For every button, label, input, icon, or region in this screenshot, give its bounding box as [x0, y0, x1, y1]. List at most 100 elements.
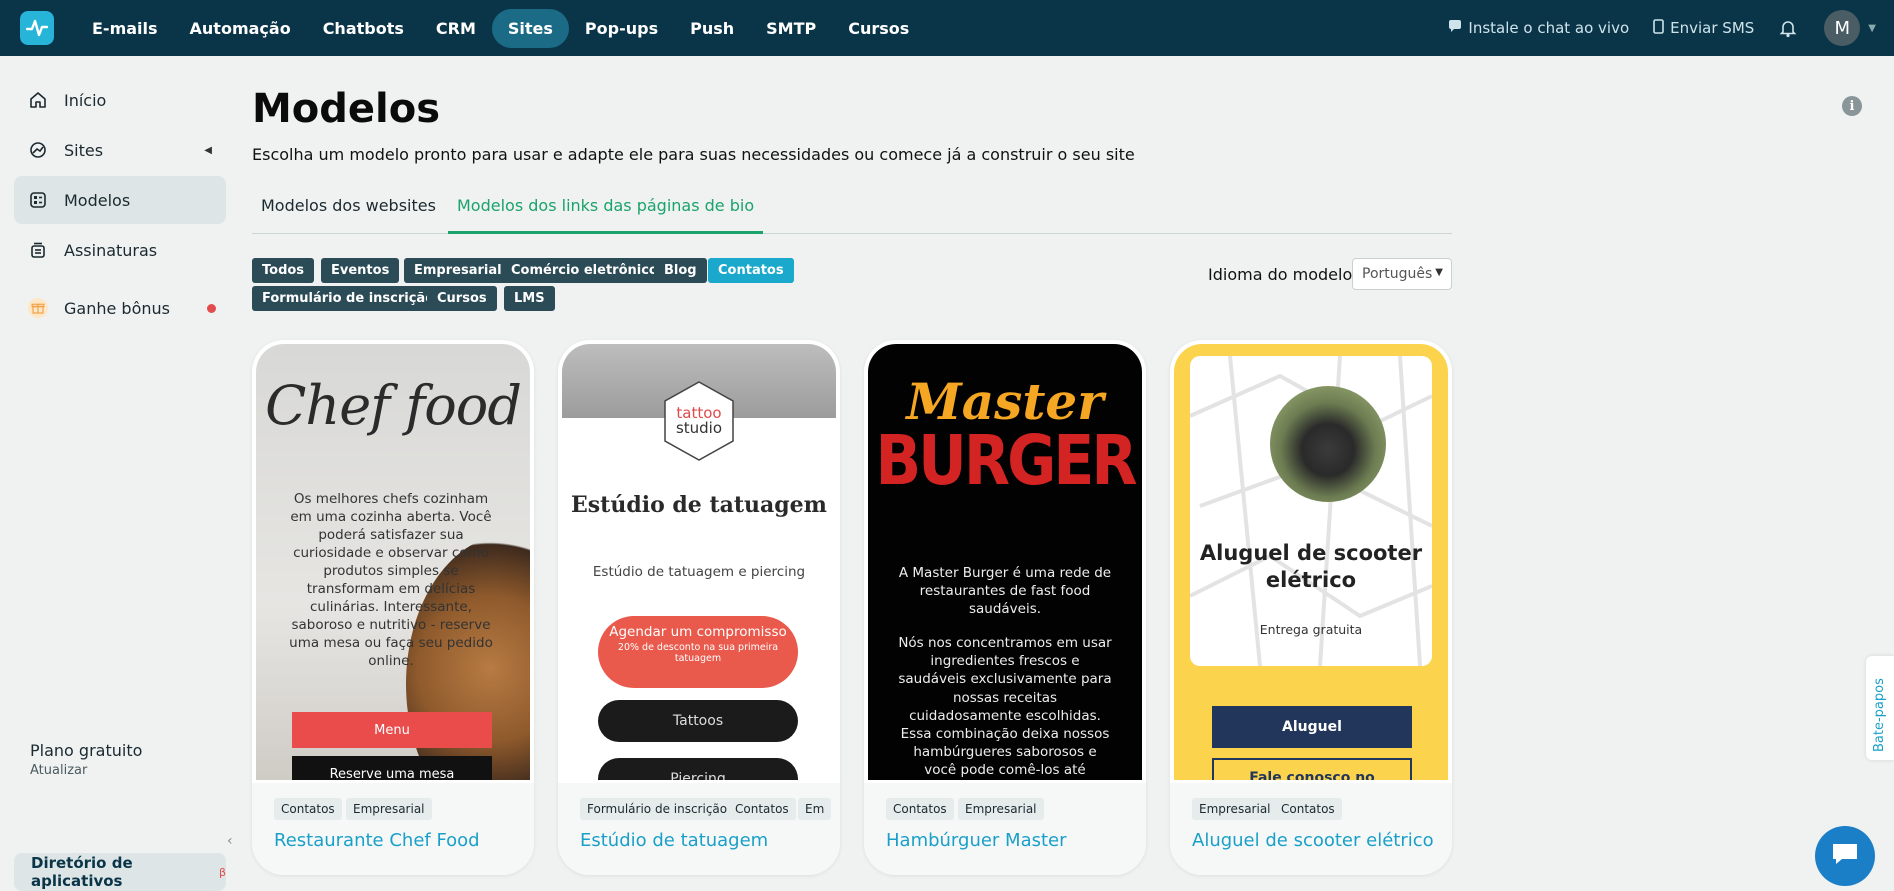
- caret-left-icon[interactable]: ◀: [204, 145, 212, 156]
- card-tag: Empresarial: [346, 798, 432, 820]
- template-card[interactable]: Master BURGER A Master Burger é uma rede…: [864, 340, 1146, 875]
- chats-side-tab[interactable]: Bate-papos: [1866, 656, 1894, 760]
- bell-icon[interactable]: [1778, 18, 1798, 38]
- templates-icon: [28, 190, 48, 210]
- page-subtitle: Escolha um modelo pronto para usar e ada…: [252, 145, 1135, 164]
- template-preview: Master BURGER A Master Burger é uma rede…: [868, 344, 1142, 780]
- preview-button: Reserve uma mesa: [292, 756, 492, 780]
- nav-smtp[interactable]: SMTP: [750, 9, 832, 48]
- nav-emails[interactable]: E-mails: [76, 9, 174, 48]
- preview-button: Aluguel: [1212, 706, 1412, 748]
- card-tag: Contatos: [274, 798, 342, 820]
- preview-heading: Aluguel de scooter elétrico: [1199, 541, 1423, 592]
- nav-popups[interactable]: Pop-ups: [569, 9, 674, 48]
- app-logo[interactable]: [20, 11, 54, 45]
- nav-courses[interactable]: Cursos: [832, 9, 925, 48]
- collapse-sidebar-icon[interactable]: ‹: [227, 833, 233, 849]
- preview-heading: Chef food: [265, 374, 522, 437]
- nav-crm[interactable]: CRM: [420, 9, 492, 48]
- preview-button: Tattoos: [598, 700, 798, 742]
- sidebar-item-label: Ganhe bônus: [64, 298, 170, 318]
- subscriptions-icon: [28, 240, 48, 260]
- preview-button: Piercing: [598, 758, 798, 780]
- chat-icon: [1448, 19, 1462, 37]
- tab-websites[interactable]: Modelos dos websites: [252, 190, 445, 234]
- chevron-down-icon: ▼: [1435, 267, 1443, 278]
- filter-chip[interactable]: Contatos: [708, 258, 794, 283]
- sidebar-item-subscriptions[interactable]: Assinaturas: [14, 226, 226, 274]
- preview-button: Menu: [292, 712, 492, 748]
- chats-tab-label: Bate-papos: [1872, 678, 1887, 752]
- plan-name: Plano gratuito: [30, 741, 143, 760]
- nav-chatbots[interactable]: Chatbots: [307, 9, 420, 48]
- logo-line-2: studio: [676, 419, 722, 437]
- preview-button: Fale conosco no: [1212, 758, 1412, 780]
- tab-bio-links[interactable]: Modelos dos links das páginas de bio: [448, 190, 764, 234]
- nav-sites[interactable]: Sites: [491, 8, 569, 48]
- card-tag: Formulário de inscrição: [580, 798, 735, 820]
- card-title[interactable]: Hambúrguer Master: [886, 830, 1067, 851]
- card-title[interactable]: Aluguel de scooter elétrico: [1192, 830, 1434, 851]
- chat-icon: [1830, 841, 1860, 871]
- chat-bubble-button[interactable]: [1815, 826, 1875, 886]
- sidebar-item-sites[interactable]: Sites ◀: [14, 126, 226, 174]
- sidebar-item-home[interactable]: Início: [14, 76, 226, 124]
- card-title[interactable]: Restaurante Chef Food: [274, 830, 480, 851]
- chevron-down-icon[interactable]: ▼: [1868, 23, 1876, 34]
- card-footer: [1170, 783, 1452, 875]
- filter-chip[interactable]: Eventos: [321, 258, 400, 283]
- sidebar-item-label: Assinaturas: [64, 240, 158, 260]
- filter-chip[interactable]: Blog: [654, 258, 707, 283]
- card-footer: [864, 783, 1146, 875]
- nav-automation[interactable]: Automação: [174, 9, 307, 48]
- gift-icon: [28, 298, 48, 318]
- filter-chip[interactable]: Formulário de inscrição: [252, 286, 445, 311]
- preview-subtitle: Entrega gratuita: [1259, 622, 1363, 637]
- card-tag: Contatos: [728, 798, 796, 820]
- home-icon: [28, 90, 48, 110]
- map-panel: Aluguel de scooter elétrico Entrega grat…: [1190, 356, 1432, 666]
- app-directory-button[interactable]: Diretório de aplicativos β: [14, 853, 226, 891]
- send-sms-link[interactable]: Enviar SMS: [1653, 18, 1755, 38]
- notification-dot: [207, 303, 216, 313]
- card-tag: Contatos: [886, 798, 954, 820]
- tattoo-logo: tattoo studio: [664, 381, 734, 461]
- install-chat-label: Instale o chat ao vivo: [1468, 19, 1630, 37]
- sidebar-item-label: Modelos: [64, 190, 131, 210]
- filter-chip[interactable]: LMS: [504, 286, 555, 311]
- card-tag: Empresarial: [1192, 798, 1278, 820]
- template-card[interactable]: Aluguel de scooter elétrico Entrega grat…: [1170, 340, 1452, 875]
- card-title[interactable]: Estúdio de tatuagem: [580, 830, 768, 851]
- sites-icon: [28, 140, 48, 160]
- nav-push[interactable]: Push: [674, 9, 750, 48]
- filter-chip[interactable]: Empresarial: [404, 258, 512, 283]
- template-card[interactable]: tattoo studio Estúdio de tatuagem Estúdi…: [558, 340, 840, 875]
- template-card[interactable]: Chef food Os melhores chefs cozinham em …: [252, 340, 534, 875]
- filter-chip[interactable]: Todos: [252, 258, 315, 283]
- card-footer: [252, 783, 534, 875]
- sidebar-item-bonus[interactable]: Ganhe bônus: [14, 284, 226, 332]
- cta-label: Agendar um compromisso: [609, 624, 787, 640]
- card-tag: Empresarial: [958, 798, 1044, 820]
- language-label: Idioma do modelo:: [1208, 265, 1358, 284]
- filter-chip[interactable]: Cursos: [427, 286, 497, 311]
- preview-text: A Master Burger é uma rede de restaurant…: [898, 565, 1112, 617]
- top-right-actions: Instale o chat ao vivo Enviar SMS M ▼: [1448, 0, 1894, 56]
- install-chat-link[interactable]: Instale o chat ao vivo: [1448, 19, 1629, 37]
- app-directory-label: Diretório de aplicativos: [31, 854, 133, 890]
- language-select[interactable]: Português ▼: [1352, 258, 1452, 290]
- preview-text: Os melhores chefs cozinham em uma cozinh…: [289, 491, 493, 669]
- preview-cta: Agendar um compromisso 20% de desconto n…: [598, 616, 798, 688]
- scooter-photo: [1270, 386, 1386, 502]
- info-icon[interactable]: i: [1842, 96, 1862, 116]
- top-navbar: E-mails Automação Chatbots CRM Sites Pop…: [0, 0, 1894, 56]
- avatar[interactable]: M: [1824, 10, 1861, 46]
- filter-chip[interactable]: Comércio eletrônico: [501, 258, 668, 283]
- card-footer: [558, 783, 840, 875]
- send-sms-label: Enviar SMS: [1670, 19, 1755, 37]
- sidebar-item-templates[interactable]: Modelos: [14, 176, 226, 224]
- card-tag: Contatos: [1274, 798, 1342, 820]
- sidebar-item-label: Início: [64, 90, 107, 110]
- upgrade-link[interactable]: Atualizar: [30, 763, 87, 778]
- preview-subtitle: Estúdio de tatuagem e piercing: [592, 564, 806, 580]
